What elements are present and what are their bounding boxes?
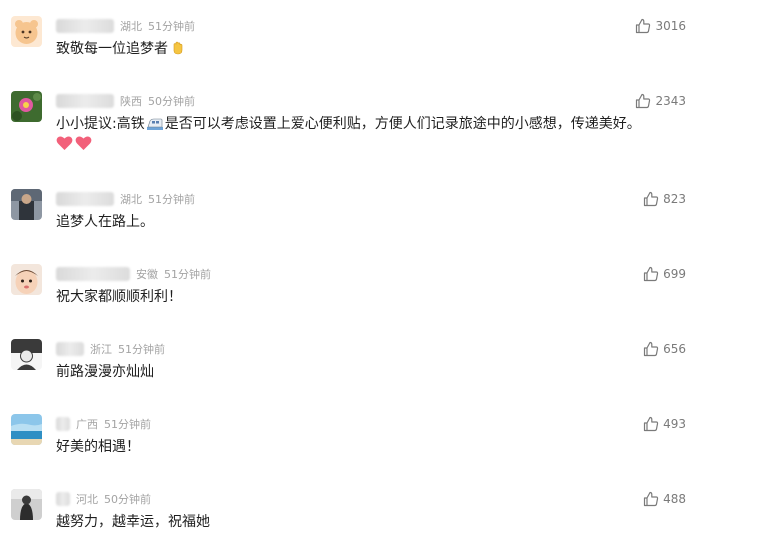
blurred-username[interactable] <box>56 417 70 431</box>
region-label: 湖北 <box>120 193 142 206</box>
comment-meta: 广西 51分钟前 <box>56 414 151 434</box>
comment-text: 好美的相遇！ <box>56 439 140 455</box>
timestamp: 51分钟前 <box>164 268 211 281</box>
timestamp: 51分钟前 <box>148 20 195 33</box>
timestamp: 51分钟前 <box>118 343 165 356</box>
region-label: 陕西 <box>120 95 142 108</box>
like-button[interactable]: 488 <box>643 489 686 509</box>
avatar[interactable] <box>11 339 42 370</box>
comment-text: 致敬每一位追梦者 <box>56 38 188 63</box>
thumbs-up-icon <box>643 341 659 357</box>
timestamp: 50分钟前 <box>148 95 195 108</box>
comment-meta: 浙江 51分钟前 <box>56 339 165 359</box>
like-count: 823 <box>663 192 686 206</box>
like-button[interactable]: 699 <box>643 264 686 284</box>
blurred-username[interactable] <box>56 492 70 506</box>
region-label: 浙江 <box>90 343 112 356</box>
region-label: 安徽 <box>136 268 158 281</box>
blurred-username[interactable] <box>56 19 114 33</box>
raised-hand-emoji <box>170 40 186 63</box>
comment-text-body-continued: 是否可以考虑设置上爱心便利贴，方便人们记录旅途中的小感想，传递美好。 <box>164 116 641 132</box>
heart-emoji <box>75 136 92 150</box>
avatar[interactable] <box>11 489 42 520</box>
like-button[interactable]: 493 <box>643 414 686 434</box>
thumbs-up-icon <box>636 18 651 34</box>
comment-meta: 安徽 51分钟前 <box>56 264 211 284</box>
like-count: 493 <box>663 417 686 431</box>
comment-text-body: 致敬每一位追梦者 <box>56 41 168 57</box>
comment-text-body: 小小提议:高铁 <box>56 116 145 132</box>
like-count: 3016 <box>655 19 686 33</box>
like-count: 2343 <box>655 94 686 108</box>
avatar[interactable] <box>11 16 42 47</box>
emoji-row <box>56 135 92 151</box>
thumbs-up-icon <box>643 491 659 507</box>
thumbs-up-icon <box>643 191 659 207</box>
thumbs-up-icon <box>643 266 659 282</box>
region-label: 湖北 <box>120 20 142 33</box>
like-count: 488 <box>663 492 686 506</box>
like-button[interactable]: 823 <box>643 189 686 209</box>
avatar[interactable] <box>11 264 42 295</box>
blurred-username[interactable] <box>56 342 84 356</box>
train-emoji <box>146 116 163 138</box>
comment-text: 越努力，越幸运，祝福她 <box>56 514 210 530</box>
like-button[interactable]: 656 <box>643 339 686 359</box>
like-button[interactable]: 3016 <box>635 16 686 36</box>
comment-meta: 湖北 51分钟前 <box>56 189 195 209</box>
thumbs-up-icon <box>636 93 651 109</box>
comment-text: 小小提议:高铁 是否可以考虑设置上爱心便利贴，方便人们记录旅途中的小感想，传递美… <box>56 113 641 138</box>
thumbs-up-icon <box>643 416 659 432</box>
comment-text: 祝大家都顺顺利利！ <box>56 289 182 305</box>
avatar[interactable] <box>11 189 42 220</box>
comment-meta: 河北 50分钟前 <box>56 489 151 509</box>
comment-meta: 湖北 51分钟前 <box>56 16 195 36</box>
comment-meta: 陕西 50分钟前 <box>56 91 195 111</box>
timestamp: 51分钟前 <box>104 418 151 431</box>
like-count: 656 <box>663 342 686 356</box>
comment-text: 前路漫漫亦灿灿 <box>56 364 154 380</box>
avatar[interactable] <box>11 91 42 122</box>
blurred-username[interactable] <box>56 267 130 281</box>
blurred-username[interactable] <box>56 192 114 206</box>
comment-text: 追梦人在路上。 <box>56 214 154 230</box>
heart-emoji <box>56 136 73 150</box>
like-button[interactable]: 2343 <box>635 91 686 111</box>
avatar[interactable] <box>11 414 42 445</box>
blurred-username[interactable] <box>56 94 114 108</box>
region-label: 广西 <box>76 418 98 431</box>
region-label: 河北 <box>76 493 98 506</box>
timestamp: 50分钟前 <box>104 493 151 506</box>
timestamp: 51分钟前 <box>148 193 195 206</box>
like-count: 699 <box>663 267 686 281</box>
